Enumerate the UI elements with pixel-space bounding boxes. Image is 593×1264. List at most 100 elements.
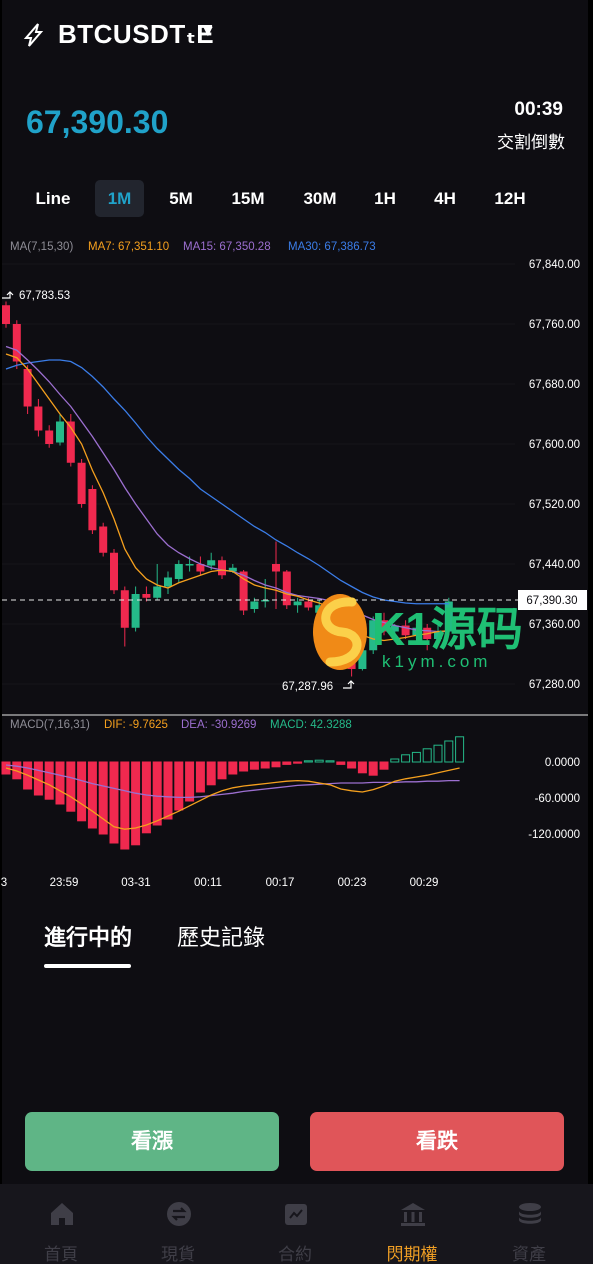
tab-order-history[interactable]: 歷史記錄 xyxy=(177,920,265,952)
candle-body xyxy=(2,305,10,324)
candle-body xyxy=(142,594,151,598)
macd-bar xyxy=(390,758,400,763)
macd-axis-label: 0.0000 xyxy=(545,757,580,769)
macd-bar xyxy=(120,761,130,850)
macd-bar xyxy=(379,761,389,770)
macd-bar xyxy=(141,761,151,834)
countdown-label: 交割倒數 xyxy=(497,133,565,152)
tab-open-orders[interactable]: 進行中的 xyxy=(44,920,132,952)
order-tabs: 進行中的 歷史記錄 xyxy=(0,915,593,975)
tab-1m[interactable]: 1M xyxy=(95,180,144,217)
macd-bar xyxy=(206,761,216,786)
macd-bar xyxy=(347,761,357,769)
macd-dif-legend: DIF: -9.7625 xyxy=(104,719,168,731)
macd-bar xyxy=(249,761,259,770)
trading-pair-name[interactable]: BTCUSDTₜE xyxy=(58,19,214,50)
time-axis-label: 00:17 xyxy=(266,877,295,889)
current-price: 67,390.30 xyxy=(26,104,169,140)
macd-bar xyxy=(282,761,292,765)
macd-legend-label: MACD(7,16,31) xyxy=(10,719,90,731)
candle-body xyxy=(272,564,280,572)
candle-body xyxy=(34,406,43,431)
price-axis-label: 67,600.00 xyxy=(529,439,580,451)
current-price-tag-text: 67,390.30 xyxy=(526,595,577,607)
tab-1h[interactable]: 1H xyxy=(363,180,407,217)
buy-up-button[interactable]: 看漲 xyxy=(25,1112,279,1171)
macd-bar xyxy=(66,761,76,812)
macd-bar xyxy=(131,761,141,846)
nav-item-options[interactable]: 閃期權 xyxy=(357,1184,467,1264)
nav-label: 資產 xyxy=(512,1245,546,1264)
macd-bar xyxy=(185,761,195,802)
price-axis-label: 67,760.00 xyxy=(529,319,580,331)
nav-item-spot[interactable]: 現貨 xyxy=(123,1184,233,1264)
time-axis-label: 23:59 xyxy=(50,877,79,889)
candle-body xyxy=(99,526,108,553)
macd-bar xyxy=(152,761,162,826)
buy-down-button[interactable]: 看跌 xyxy=(310,1112,564,1171)
macd-bar xyxy=(174,761,184,811)
macd-bar xyxy=(368,761,378,776)
macd-bar xyxy=(55,761,65,805)
candle-body xyxy=(293,601,302,606)
watermark-logo: K1源码 k1ym.com xyxy=(313,594,523,671)
nav-label: 現貨 xyxy=(161,1245,195,1264)
macd-bar xyxy=(217,761,227,780)
candle-body xyxy=(45,430,54,444)
coins-icon xyxy=(519,1203,541,1224)
ma15-legend: MA15: 67,350.28 xyxy=(183,241,271,253)
candle-body xyxy=(23,369,32,407)
macd-dea-legend: DEA: -30.9269 xyxy=(181,719,256,731)
tab-12h[interactable]: 12H xyxy=(484,180,536,217)
macd-bar xyxy=(314,759,324,763)
pair-switch-icon[interactable] xyxy=(22,20,46,50)
macd-axis-label: -120.0000 xyxy=(528,829,580,841)
candle-body xyxy=(218,560,226,576)
nav-label: 閃期權 xyxy=(386,1245,438,1264)
candle-body xyxy=(174,564,183,579)
macd-bar xyxy=(87,761,97,829)
macd-axis-label: -60.0000 xyxy=(535,793,580,805)
macd-bar xyxy=(357,761,367,774)
candle-body xyxy=(56,421,64,443)
candle-body xyxy=(250,601,259,609)
macd-bar xyxy=(422,748,432,763)
tab-4h[interactable]: 4H xyxy=(423,180,467,217)
watermark-text: K1源码 xyxy=(372,603,523,655)
high-price-label: 67,783.53 xyxy=(19,290,70,302)
price-axis-label: 67,520.00 xyxy=(529,499,580,511)
ma-legend-label: MA(7,15,30) xyxy=(10,241,73,253)
macd-bar xyxy=(411,751,421,763)
nav-item-assets[interactable]: 資產 xyxy=(474,1184,584,1264)
moving-average-lines xyxy=(5,345,449,642)
tab-15m[interactable]: 15M xyxy=(220,180,276,217)
candle-body xyxy=(110,552,118,591)
tab-30m[interactable]: 30M xyxy=(292,180,348,217)
tab-5m[interactable]: 5M xyxy=(157,180,205,217)
candle-body xyxy=(131,594,140,628)
low-price-label: 67,287.96 xyxy=(282,681,333,693)
macd-bar xyxy=(195,761,205,793)
ma7-legend: MA7: 67,351.10 xyxy=(88,241,169,253)
price-chart[interactable]: MA(7,15,30) MA7: 67,351.10 MA15: 67,350.… xyxy=(0,230,590,900)
ma30-line xyxy=(5,359,449,605)
home-icon xyxy=(51,1203,73,1225)
candle-body xyxy=(207,560,216,566)
candle-body xyxy=(164,577,172,587)
nav-item-contract[interactable]: 合約 xyxy=(240,1184,350,1264)
macd-bar xyxy=(325,760,335,763)
candle-body xyxy=(77,462,86,504)
macd-bar xyxy=(433,744,443,763)
macd-bar xyxy=(109,761,119,844)
countdown-timer: 00:39 xyxy=(514,99,563,120)
macd-bar xyxy=(401,754,411,763)
macd-bar xyxy=(44,761,54,800)
pair-dropdown-icon[interactable]: ▼ xyxy=(200,23,216,41)
macd-value-legend: MACD: 42.3288 xyxy=(270,719,352,731)
macd-bar xyxy=(271,761,281,768)
candle-body xyxy=(153,586,162,598)
nav-item-home[interactable]: 首頁 xyxy=(6,1184,116,1264)
macd-bar xyxy=(260,761,270,769)
tab-line[interactable]: Line xyxy=(24,180,82,217)
candle-body xyxy=(120,590,129,628)
